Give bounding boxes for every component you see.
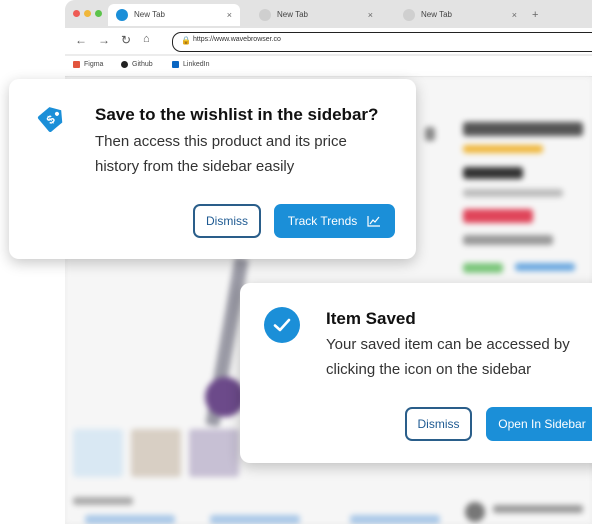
globe-icon: [259, 9, 271, 21]
blur-block: [463, 189, 563, 197]
blur-block: [73, 497, 133, 505]
reload-icon[interactable]: ↻: [121, 33, 131, 47]
tab-new-tab-2[interactable]: New Tab ×: [251, 4, 381, 26]
back-arrow-icon[interactable]: ←: [75, 33, 87, 47]
dismiss-button[interactable]: Dismiss: [405, 407, 472, 441]
figma-icon: [73, 61, 80, 68]
close-window-dot[interactable]: [73, 10, 80, 17]
track-trends-button[interactable]: Track Trends: [274, 204, 395, 238]
globe-icon: [403, 9, 415, 21]
blur-block: [493, 505, 583, 513]
tab-close-icon[interactable]: ×: [512, 4, 517, 26]
tab-close-icon[interactable]: ×: [227, 4, 232, 26]
blur-block: [210, 515, 300, 524]
blur-block: [85, 515, 175, 524]
item-saved-body-line2: clicking the icon on the sidebar: [326, 361, 532, 378]
blur-block: [463, 235, 553, 245]
blur-block: [463, 167, 523, 179]
bookmark-linkedin[interactable]: LinkedIn: [172, 61, 209, 68]
wishlist-prompt-body-line2: history from the sidebar easily: [95, 158, 295, 175]
open-in-sidebar-label: Open In Sidebar: [498, 417, 586, 431]
bookmark-label: Github: [132, 61, 153, 68]
linkedin-icon: [172, 61, 179, 68]
blur-block: [205, 377, 245, 417]
item-saved-title: Item Saved: [326, 309, 416, 328]
wave-browser-icon: [116, 9, 128, 21]
tab-close-icon[interactable]: ×: [368, 4, 373, 26]
blur-block: [189, 429, 239, 477]
home-icon[interactable]: ⌂: [143, 33, 150, 45]
github-icon: [121, 61, 128, 68]
price-tag-icon: $: [37, 107, 63, 133]
blur-block: [463, 209, 533, 223]
bookmark-figma[interactable]: Figma: [73, 61, 103, 68]
bookmark-label: Figma: [84, 61, 104, 68]
tab-new-tab-1[interactable]: New Tab ×: [108, 4, 240, 26]
minimize-window-dot[interactable]: [84, 10, 91, 17]
item-saved-body-line1: Your saved item can be accessed by: [326, 336, 570, 353]
trend-chart-icon: [367, 216, 381, 227]
blur-block: [425, 127, 435, 141]
wishlist-prompt-title: Save to the wishlist in the sidebar?: [95, 105, 379, 124]
item-saved-card: Item Saved Your saved item can be access…: [240, 283, 592, 463]
blur-block: [463, 145, 543, 153]
tab-new-tab-3[interactable]: New Tab ×: [395, 4, 525, 26]
dismiss-button[interactable]: Dismiss: [193, 204, 261, 238]
blur-block: [350, 515, 440, 524]
address-bar[interactable]: 🔒 https://www.wavebrowser.co: [172, 32, 592, 52]
open-in-sidebar-button[interactable]: Open In Sidebar: [486, 407, 592, 441]
toolbar: ← → ↻ ⌂ 🔒 https://www.wavebrowser.co: [65, 28, 592, 54]
tab-label: New Tab: [421, 10, 452, 19]
tab-bar: New Tab × New Tab × New Tab × +: [65, 0, 592, 28]
bookmarks-bar: Figma Github LinkedIn: [65, 56, 592, 77]
dismiss-button-label: Dismiss: [206, 214, 248, 228]
blur-block: [73, 429, 123, 477]
track-trends-label: Track Trends: [287, 214, 358, 228]
blur-block: [465, 502, 485, 522]
tab-label: New Tab: [134, 10, 165, 19]
bookmark-label: LinkedIn: [183, 61, 210, 68]
wishlist-prompt-card: $ Save to the wishlist in the sidebar? T…: [9, 79, 416, 259]
blur-block: [131, 429, 181, 477]
forward-arrow-icon[interactable]: →: [98, 33, 110, 47]
tab-label: New Tab: [277, 10, 308, 19]
dismiss-button-label: Dismiss: [417, 417, 460, 431]
lock-icon: 🔒: [181, 36, 191, 45]
blur-block: [463, 122, 583, 136]
checkmark-icon: [264, 307, 300, 343]
wishlist-prompt-body-line1: Then access this product and its price: [95, 133, 347, 150]
blur-block: [463, 263, 503, 273]
bookmark-github[interactable]: Github: [121, 61, 153, 68]
blur-block: [515, 263, 575, 271]
maximize-window-dot[interactable]: [95, 10, 102, 17]
address-url: https://www.wavebrowser.co: [193, 36, 281, 43]
new-tab-button[interactable]: +: [532, 4, 538, 26]
